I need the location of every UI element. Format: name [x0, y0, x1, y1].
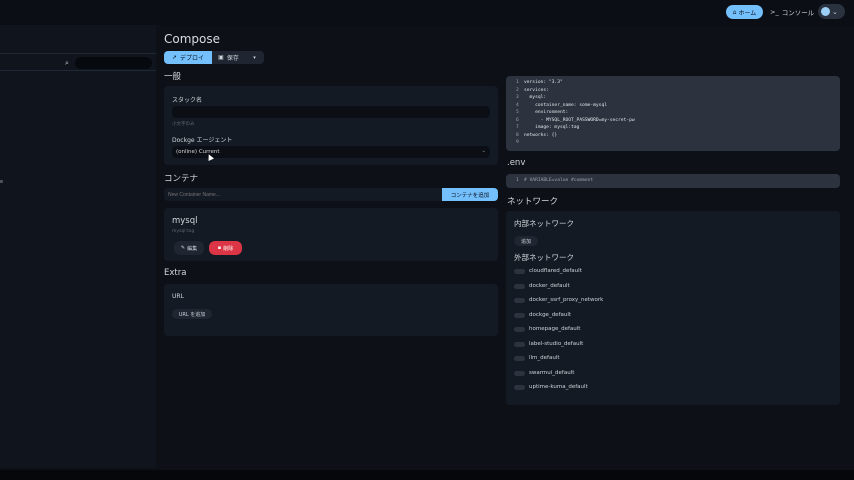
network-toggle[interactable] — [514, 370, 525, 376]
external-network-item[interactable]: dockge_default — [514, 312, 571, 318]
code-line: 7 image: mysql:tag — [516, 125, 580, 130]
code-line: 3 mysql: — [516, 95, 547, 100]
external-network-item[interactable]: llm_default — [514, 355, 560, 361]
agent-select-value: (online) Current — [176, 149, 220, 155]
add-url-button[interactable]: URL を追加 — [172, 309, 212, 319]
container-name: mysql — [172, 216, 198, 226]
delete-button[interactable]: ▪ 削除 — [209, 241, 242, 255]
save-button[interactable]: ▣ 保存 — [212, 51, 245, 64]
code-line: 8 networks: {} — [516, 132, 558, 138]
network-toggle[interactable] — [514, 384, 525, 390]
code-line: 4 container_name: some-mysql — [516, 102, 607, 108]
code-line: 2 services: — [516, 87, 549, 93]
deploy-button[interactable]: ➚ デプロイ — [164, 51, 212, 64]
extra-section-title: Extra — [164, 268, 187, 278]
code-line: 5 environment: — [516, 110, 569, 115]
stack-name-hint: 小文字のみ — [172, 122, 195, 127]
network-toggle[interactable] — [514, 297, 525, 303]
page-title: Compose — [164, 32, 221, 46]
chevron-down-icon: ⌄ — [481, 148, 486, 154]
external-network-item[interactable]: label-studio_default — [514, 341, 583, 347]
sidebar-stack-item[interactable]: e — [0, 179, 3, 185]
internal-network-title: 内部ネットワーク — [514, 219, 574, 228]
external-network-item[interactable]: cloudflared_default — [514, 268, 582, 274]
trash-icon: ▪ — [217, 245, 222, 251]
top-bar: ⌂ ホーム >_ コンソール ⌄ — [0, 0, 854, 25]
network-toggle[interactable] — [514, 326, 525, 332]
network-toggle[interactable] — [514, 283, 525, 289]
general-card: スタック名 小文字のみ Dockge エージェント (online) Curre… — [164, 86, 498, 165]
rocket-icon: ➚ — [171, 54, 177, 61]
save-dropdown-button[interactable]: ▾ — [245, 51, 264, 64]
bottom-bar — [0, 470, 854, 480]
container-image: mysql:tag — [172, 229, 195, 234]
terminal-icon: >_ — [770, 8, 779, 16]
edit-button[interactable]: ✎ 編集 — [174, 241, 204, 255]
avatar — [821, 7, 830, 16]
search-icon: ⌕ — [65, 59, 69, 67]
external-network-item[interactable]: uptime-kuma_default — [514, 384, 588, 390]
save-label: 保存 — [226, 55, 239, 62]
agent-label: Dockge エージェント — [172, 137, 233, 144]
containers-section-title: コンテナ — [164, 174, 199, 184]
home-button[interactable]: ⌂ ホーム — [726, 5, 763, 19]
code-line: 9 — [516, 140, 519, 145]
external-network-item[interactable]: homepage_default — [514, 326, 580, 332]
add-internal-network-button[interactable]: 追加 — [514, 236, 538, 246]
edit-icon: ✎ — [180, 245, 186, 251]
deploy-label: デプロイ — [180, 55, 205, 62]
profile-menu-button[interactable]: ⌄ — [818, 4, 845, 19]
network-toggle[interactable] — [514, 312, 525, 318]
external-network-item[interactable]: docker_ssrf_proxy_network — [514, 297, 603, 303]
network-section-title: ネットワーク — [507, 197, 559, 207]
network-toggle[interactable] — [514, 268, 525, 274]
code-line: 1 version: "3.3" — [516, 80, 563, 85]
stack-name-input[interactable] — [172, 106, 490, 118]
new-container-input[interactable] — [164, 188, 442, 201]
env-section-title: .env — [507, 158, 526, 168]
stack-name-label: スタック名 — [172, 97, 203, 104]
sidebar: ⌕ e — [0, 25, 156, 468]
compose-yaml-editor[interactable]: 1 version: "3.3" 2 services: 3 mysql: 4 co… — [506, 76, 840, 151]
home-icon: ⌂ — [732, 8, 737, 16]
env-editor[interactable]: 1 # VARIABLE=value #comment — [506, 174, 840, 188]
container-card: mysql mysql:tag ✎ 編集 ▪ 削除 — [164, 208, 498, 261]
save-icon: ▣ — [218, 54, 224, 61]
url-label: URL — [172, 293, 184, 300]
edit-label: 編集 — [187, 245, 198, 252]
console-button[interactable]: >_ コンソール — [770, 5, 815, 19]
home-label: ホーム — [738, 9, 757, 17]
external-network-item[interactable]: docker_default — [514, 283, 570, 289]
chevron-down-icon: ⌄ — [832, 7, 838, 16]
network-toggle[interactable] — [514, 341, 525, 347]
general-section-title: 一般 — [164, 72, 182, 82]
agent-select[interactable]: (online) Current ⌄ — [172, 146, 490, 158]
network-toggle[interactable] — [514, 355, 525, 361]
caret-down-icon: ▾ — [253, 54, 256, 61]
code-line: 6 - MYSQL_ROOT_PASSWORD=my-secret-pw — [516, 117, 635, 123]
extra-card: URL URL を追加 — [164, 284, 498, 336]
code-line: 1 # VARIABLE=value #comment — [516, 178, 594, 183]
search-input[interactable] — [75, 57, 152, 69]
add-container-button[interactable]: コンテナを追加 — [442, 188, 498, 201]
delete-label: 削除 — [223, 245, 234, 252]
external-network-item[interactable]: swarmui_default — [514, 370, 574, 376]
sidebar-search-bar: ⌕ — [0, 53, 156, 71]
console-label: コンソール — [781, 9, 815, 17]
external-network-title: 外部ネットワーク — [514, 253, 574, 262]
